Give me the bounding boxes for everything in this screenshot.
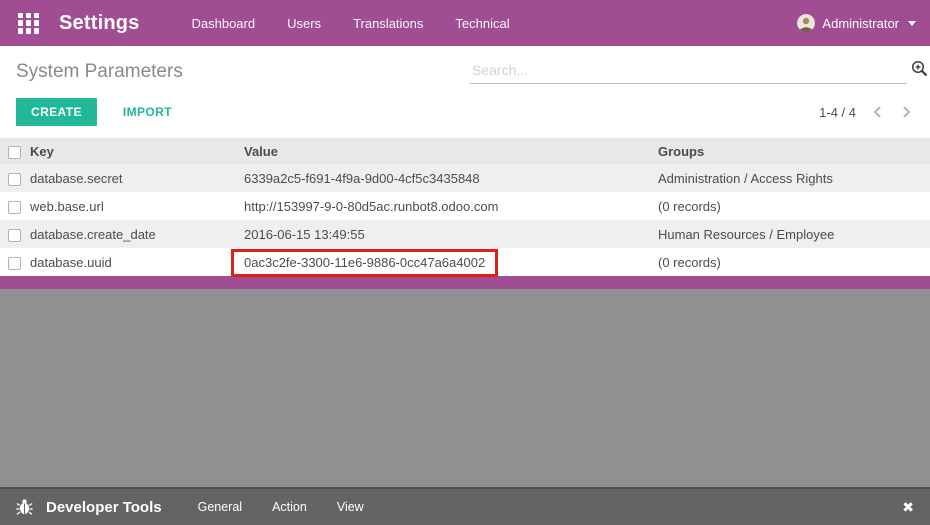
main-content: System Parameters CREATE IMPORT 1-4 / 4	[0, 46, 930, 277]
cell-groups: Human Resources / Employee	[658, 226, 835, 242]
cell-key: database.uuid	[30, 254, 112, 270]
search-bar	[470, 58, 928, 84]
cell-groups: (0 records)	[658, 254, 721, 270]
devtools-title: Developer Tools	[46, 498, 162, 516]
table-row[interactable]: database.uuid 0ac3c2fe-3300-11e6-9886-0c…	[0, 248, 930, 277]
page-title: System Parameters	[16, 61, 183, 82]
top-navbar: Settings Dashboard Users Translations Te…	[0, 0, 930, 46]
row-checkbox[interactable]	[8, 256, 21, 270]
menu-item-translations[interactable]: Translations	[353, 16, 423, 31]
menu-item-dashboard[interactable]: Dashboard	[192, 16, 256, 31]
highlight-box: 0ac3c2fe-3300-11e6-9886-0cc47a6a4002	[231, 248, 499, 277]
brand-strip	[0, 276, 930, 289]
developer-tools-bar: Developer Tools General Action View ✖	[0, 487, 930, 525]
cell-value: 6339a2c5-f691-4f9a-9d00-4cf5c3435848	[244, 170, 480, 186]
cell-key: database.secret	[30, 170, 123, 186]
table-row[interactable]: database.create_date 2016-06-15 13:49:55…	[0, 220, 930, 248]
cell-value: http://153997-9-0-80d5ac.runbot8.odoo.co…	[244, 198, 499, 214]
list-controls: CREATE IMPORT 1-4 / 4	[0, 88, 930, 138]
apps-grid-icon[interactable]	[18, 12, 39, 34]
row-checkbox[interactable]	[8, 172, 21, 186]
app-title[interactable]: Settings	[59, 12, 140, 35]
table-header-row: Key Value Groups	[0, 138, 930, 164]
menu-item-technical[interactable]: Technical	[455, 16, 509, 31]
import-button[interactable]: IMPORT	[123, 105, 172, 119]
devtools-menu-general[interactable]: General	[198, 500, 242, 514]
pager-next-button[interactable]	[899, 103, 914, 121]
select-all-checkbox[interactable]	[8, 145, 21, 159]
bug-icon	[16, 498, 33, 516]
menu-item-users[interactable]: Users	[287, 16, 321, 31]
devtools-menu: General Action View	[198, 500, 364, 514]
column-header-value[interactable]: Value	[244, 138, 658, 164]
cell-groups: (0 records)	[658, 198, 721, 214]
pager-range: 1-4 / 4	[819, 104, 856, 120]
cell-key: web.base.url	[30, 198, 104, 214]
cell-value: 0ac3c2fe-3300-11e6-9886-0cc47a6a4002	[231, 248, 658, 277]
search-zoom-icon[interactable]	[911, 60, 928, 84]
user-name: Administrator	[822, 15, 899, 31]
system-parameters-table: Key Value Groups database.secret 6339a2c…	[0, 138, 930, 277]
pager-previous-button[interactable]	[870, 103, 885, 121]
table-row[interactable]: web.base.url http://153997-9-0-80d5ac.ru…	[0, 192, 930, 220]
create-button[interactable]: CREATE	[16, 98, 97, 126]
devtools-menu-action[interactable]: Action	[272, 500, 307, 514]
column-header-groups[interactable]: Groups	[658, 138, 930, 164]
avatar	[797, 14, 816, 32]
row-checkbox[interactable]	[8, 200, 21, 214]
column-header-key[interactable]: Key	[30, 138, 244, 164]
devtools-menu-view[interactable]: View	[337, 500, 364, 514]
pager: 1-4 / 4	[819, 103, 914, 121]
chevron-down-icon	[908, 20, 916, 26]
top-menu: Dashboard Users Translations Technical	[192, 16, 510, 31]
cell-groups: Administration / Access Rights	[658, 170, 833, 186]
close-icon[interactable]: ✖	[902, 500, 914, 514]
search-input[interactable]	[470, 58, 907, 84]
control-panel-head: System Parameters	[0, 46, 930, 88]
cell-key: database.create_date	[30, 226, 156, 242]
background-canvas	[0, 289, 930, 487]
cell-value: 2016-06-15 13:49:55	[244, 226, 365, 242]
row-checkbox[interactable]	[8, 228, 21, 242]
user-menu[interactable]: Administrator	[797, 14, 916, 32]
table-row[interactable]: database.secret 6339a2c5-f691-4f9a-9d00-…	[0, 164, 930, 192]
